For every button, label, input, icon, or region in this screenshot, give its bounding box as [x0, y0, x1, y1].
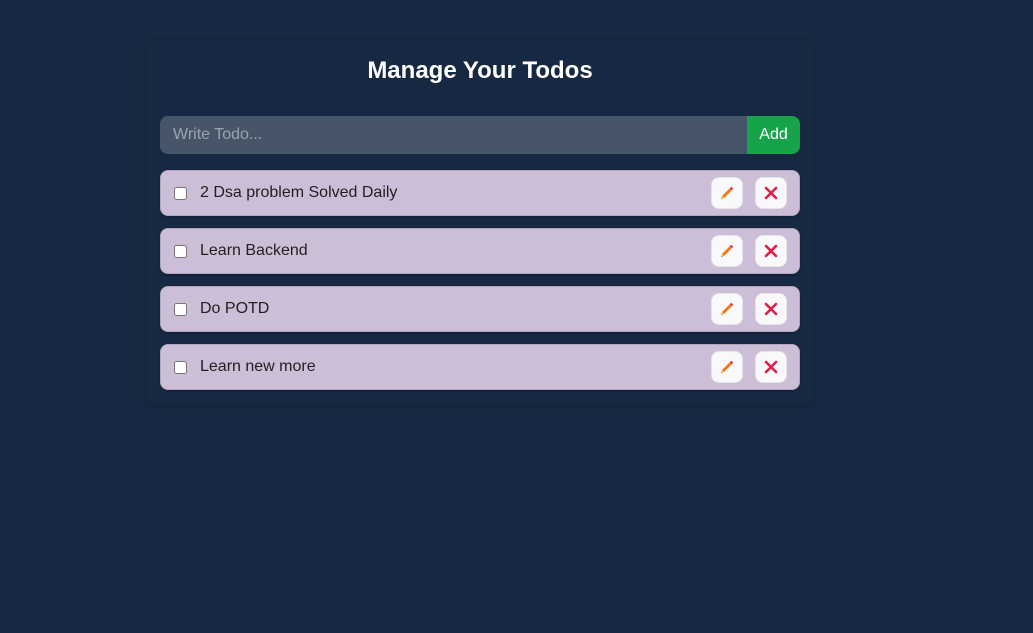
close-icon [763, 185, 779, 201]
todo-app: Manage Your Todos Add 2 Dsa problem Solv… [146, 40, 814, 404]
page-title: Manage Your Todos [367, 57, 593, 84]
add-todo-form: Add [160, 116, 800, 154]
todo-list: 2 Dsa problem Solved Daily Learn Backend… [160, 170, 800, 390]
todo-text[interactable]: Learn Backend [200, 242, 699, 260]
pencil-icon [719, 243, 735, 259]
todo-item: Learn Backend [160, 228, 800, 274]
delete-button[interactable] [755, 177, 787, 209]
todo-text[interactable]: Do POTD [200, 300, 699, 318]
todo-text[interactable]: 2 Dsa problem Solved Daily [200, 184, 699, 202]
todo-checkbox[interactable] [174, 244, 187, 258]
add-button[interactable]: Add [747, 116, 800, 154]
delete-button[interactable] [755, 293, 787, 325]
edit-button[interactable] [711, 235, 743, 267]
close-icon [763, 301, 779, 317]
delete-button[interactable] [755, 351, 787, 383]
todo-checkbox[interactable] [174, 302, 187, 316]
edit-button[interactable] [711, 293, 743, 325]
pencil-icon [719, 185, 735, 201]
todo-checkbox[interactable] [174, 186, 187, 200]
close-icon [763, 359, 779, 375]
todo-input[interactable] [160, 116, 747, 154]
delete-button[interactable] [755, 235, 787, 267]
pencil-icon [719, 301, 735, 317]
todo-item: Do POTD [160, 286, 800, 332]
todo-item: 2 Dsa problem Solved Daily [160, 170, 800, 216]
todo-item: Learn new more [160, 344, 800, 390]
todo-checkbox[interactable] [174, 360, 187, 374]
close-icon [763, 243, 779, 259]
todo-text[interactable]: Learn new more [200, 358, 699, 376]
edit-button[interactable] [711, 177, 743, 209]
edit-button[interactable] [711, 351, 743, 383]
pencil-icon [719, 359, 735, 375]
